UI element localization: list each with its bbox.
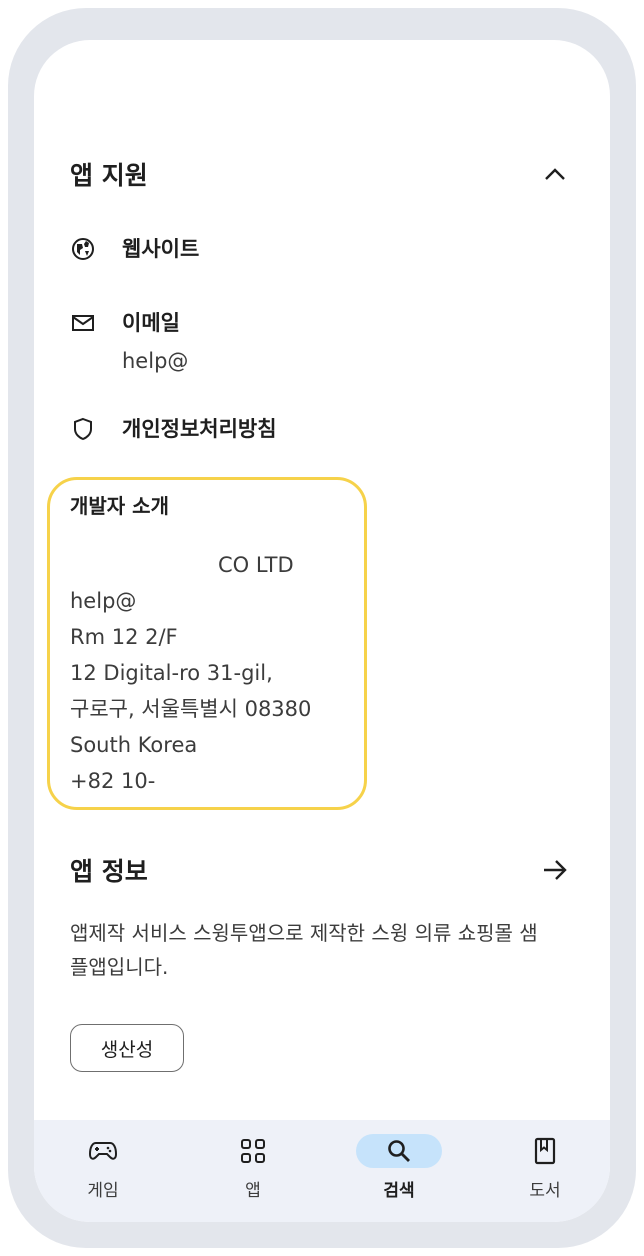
- book-icon: [513, 1134, 577, 1168]
- developer-title: 개발자 소개: [70, 494, 169, 518]
- globe-icon: [70, 236, 96, 262]
- nav-label-apps: 앱: [245, 1181, 261, 1201]
- privacy-policy-label: 개인정보처리방침: [122, 417, 277, 441]
- nav-item-search[interactable]: 검색: [344, 1120, 454, 1222]
- app-support-title: 앱 지원: [70, 161, 148, 190]
- developer-country: South Korea: [70, 733, 198, 757]
- developer-email[interactable]: help@: [70, 583, 311, 619]
- email-link[interactable]: 이메일 help@: [70, 308, 188, 376]
- nav-label-search: 검색: [383, 1181, 415, 1201]
- nav-item-books[interactable]: 도서: [490, 1120, 600, 1222]
- bottom-navigation: 게임 앱 검색 도서: [34, 1120, 610, 1222]
- developer-address-line3: 구로구, 서울특별시 08380: [70, 697, 312, 721]
- category-chip[interactable]: 생산성: [70, 1024, 184, 1072]
- developer-address-line2: 12 Digital-ro 31-gil,: [70, 661, 273, 685]
- app-details-screen: 앱 지원 웹사이트 이메일 help@ 개인정보처리방침 개발자 소개 CO L…: [34, 40, 610, 1222]
- mail-icon: [70, 310, 96, 336]
- nav-item-apps[interactable]: 앱: [198, 1120, 308, 1222]
- app-info-title: 앱 정보: [70, 857, 148, 886]
- app-info-header[interactable]: 앱 정보: [70, 852, 570, 888]
- privacy-policy-link[interactable]: 개인정보처리방침: [70, 414, 277, 444]
- app-description: 앱제작 서비스 스윙투앱으로 제작한 스윙 의류 쇼핑몰 샘플앱입니다.: [70, 921, 538, 979]
- arrow-right-icon[interactable]: [540, 855, 570, 885]
- nav-label-games: 게임: [87, 1181, 119, 1201]
- nav-item-games[interactable]: 게임: [48, 1120, 158, 1222]
- apps-grid-icon: [221, 1134, 285, 1168]
- search-icon: [356, 1134, 442, 1168]
- developer-phone[interactable]: +82 10-: [70, 763, 311, 799]
- nav-label-books: 도서: [529, 1181, 561, 1201]
- chevron-up-icon[interactable]: [540, 159, 570, 189]
- gamepad-icon: [71, 1134, 135, 1168]
- website-label: 웹사이트: [122, 237, 200, 261]
- email-label: 이메일: [122, 311, 180, 335]
- developer-address-line1: Rm 12 2/F: [70, 625, 178, 649]
- developer-company: CO LTD: [218, 553, 294, 577]
- email-value: help@: [122, 349, 189, 373]
- shield-icon: [70, 416, 96, 442]
- website-link[interactable]: 웹사이트: [70, 234, 199, 264]
- developer-details: CO LTD help@ Rm 12 2/F 12 Digital-ro 31-…: [70, 547, 311, 799]
- app-support-header[interactable]: 앱 지원: [70, 156, 570, 192]
